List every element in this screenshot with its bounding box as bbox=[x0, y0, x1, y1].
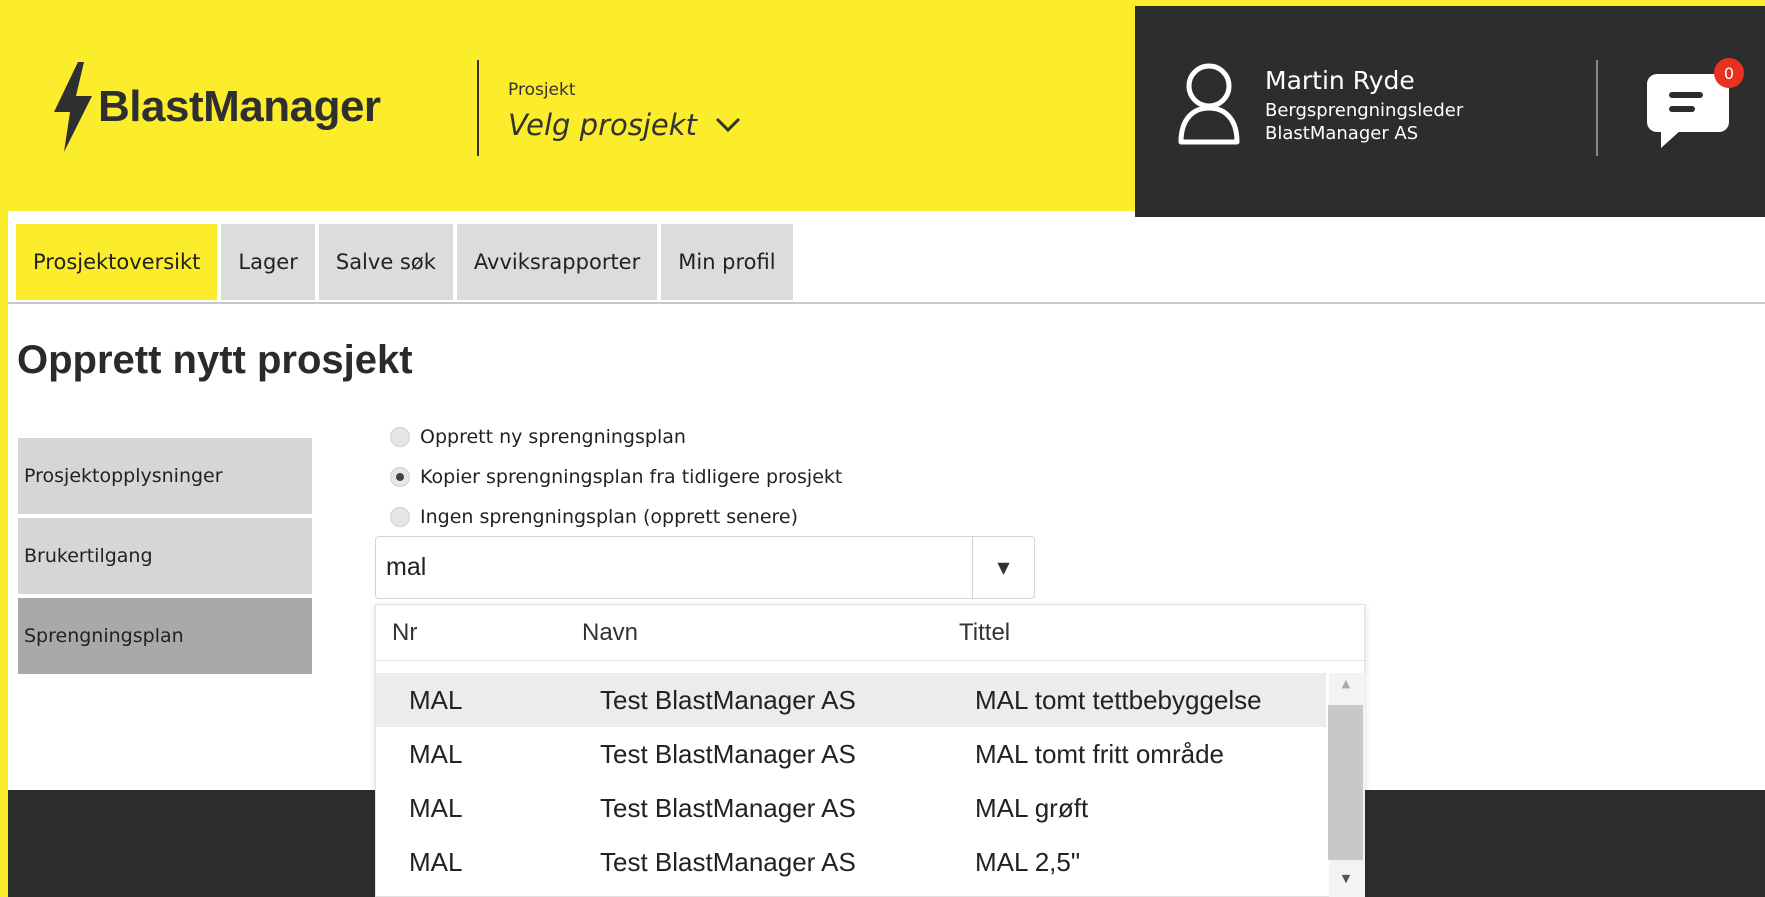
scroll-up-icon[interactable]: ▲ bbox=[1336, 675, 1356, 691]
tab-avviksrapporter[interactable]: Avviksrapporter bbox=[456, 224, 658, 300]
cell-navn: Test BlastManager AS bbox=[600, 739, 856, 769]
app-header: BlastManager Prosjekt Velg prosjekt bbox=[0, 0, 1765, 217]
user-role: Bergsprengningsleder bbox=[1265, 100, 1464, 121]
radio-option-copy-plan[interactable]: Kopier sprengningsplan fra tidligere pro… bbox=[390, 466, 842, 488]
notification-badge: 0 bbox=[1714, 58, 1744, 88]
scrollbar-thumb[interactable] bbox=[1328, 705, 1363, 860]
chevron-down-icon bbox=[715, 117, 740, 133]
cell-nr: MAL bbox=[409, 739, 463, 769]
radio-label: Opprett ny sprengningsplan bbox=[420, 426, 686, 448]
project-select-value: Velg prosjekt bbox=[508, 108, 697, 142]
side-item-prosjektopplysninger[interactable]: Prosjektopplysninger bbox=[18, 438, 312, 514]
side-item-sprengningsplan[interactable]: Sprengningsplan bbox=[18, 598, 312, 674]
cell-nr: MAL bbox=[409, 847, 463, 877]
radio-button[interactable] bbox=[390, 507, 410, 527]
header-divider bbox=[477, 60, 479, 156]
caret-down-icon[interactable]: ▼ bbox=[972, 537, 1034, 598]
radio-option-new-plan[interactable]: Opprett ny sprengningsplan bbox=[390, 426, 686, 448]
cell-nr: MAL bbox=[409, 793, 463, 823]
user-icon[interactable] bbox=[1176, 62, 1242, 150]
dropdown-row[interactable]: MAL Test BlastManager AS MAL tomt fritt … bbox=[376, 727, 1326, 781]
tab-prosjektoversikt[interactable]: Prosjektoversikt bbox=[16, 224, 218, 300]
radio-label: Kopier sprengningsplan fra tidligere pro… bbox=[420, 466, 843, 488]
radio-button[interactable] bbox=[390, 467, 410, 487]
cell-tittel: MAL tomt tettbebyggelse bbox=[975, 685, 1262, 715]
cell-tittel: MAL 2,5" bbox=[975, 847, 1081, 877]
column-header-navn: Navn bbox=[582, 619, 639, 646]
dropdown-row[interactable]: MAL Test BlastManager AS MAL 2,5" bbox=[376, 835, 1326, 889]
header-right-divider bbox=[1596, 60, 1598, 156]
cell-tittel: MAL tomt fritt område bbox=[975, 739, 1224, 769]
radio-button[interactable] bbox=[390, 427, 410, 447]
logo[interactable]: BlastManager bbox=[50, 62, 381, 152]
tab-salve-sok[interactable]: Salve søk bbox=[318, 224, 453, 300]
project-select[interactable]: Velg prosjekt bbox=[508, 108, 741, 142]
radio-label: Ingen sprengningsplan (opprett senere) bbox=[420, 506, 799, 528]
cell-navn: Test BlastManager AS bbox=[600, 793, 856, 823]
side-item-brukertilgang[interactable]: Brukertilgang bbox=[18, 518, 312, 594]
cell-navn: Test BlastManager AS bbox=[600, 847, 856, 877]
project-label: Prosjekt bbox=[508, 80, 576, 100]
main-nav: Prosjektoversikt Lager Salve søk Avviksr… bbox=[16, 224, 797, 300]
dropdown-row[interactable]: MAL Test BlastManager AS MAL grøft bbox=[376, 781, 1326, 835]
bolt-icon bbox=[54, 62, 92, 152]
page-title: Opprett nytt prosjekt bbox=[17, 338, 413, 382]
tab-min-profil[interactable]: Min profil bbox=[661, 224, 793, 300]
plan-search-input[interactable] bbox=[376, 537, 972, 598]
user-name: Martin Ryde bbox=[1265, 66, 1415, 95]
cell-tittel: MAL grøft bbox=[975, 793, 1089, 823]
nav-divider bbox=[8, 302, 1765, 304]
header-left: BlastManager Prosjekt Velg prosjekt bbox=[0, 0, 1135, 211]
dropdown-header: Nr Navn Tittel bbox=[376, 605, 1366, 661]
plan-search-combo[interactable]: ▼ bbox=[375, 536, 1035, 599]
tab-lager[interactable]: Lager bbox=[221, 224, 315, 300]
column-header-nr: Nr bbox=[392, 619, 418, 646]
brand-name: BlastManager bbox=[98, 82, 381, 131]
radio-option-no-plan[interactable]: Ingen sprengningsplan (opprett senere) bbox=[390, 506, 798, 528]
cell-nr: MAL bbox=[409, 685, 463, 715]
column-header-tittel: Tittel bbox=[959, 619, 1011, 646]
dropdown-row[interactable]: MAL Test BlastManager AS MAL tomt tettbe… bbox=[376, 673, 1326, 727]
plan-dropdown: Nr Navn Tittel MAL Test BlastManager AS … bbox=[375, 604, 1366, 897]
scroll-down-icon[interactable]: ▼ bbox=[1336, 870, 1356, 886]
cell-navn: Test BlastManager AS bbox=[600, 685, 856, 715]
user-company: BlastManager AS bbox=[1265, 123, 1419, 144]
